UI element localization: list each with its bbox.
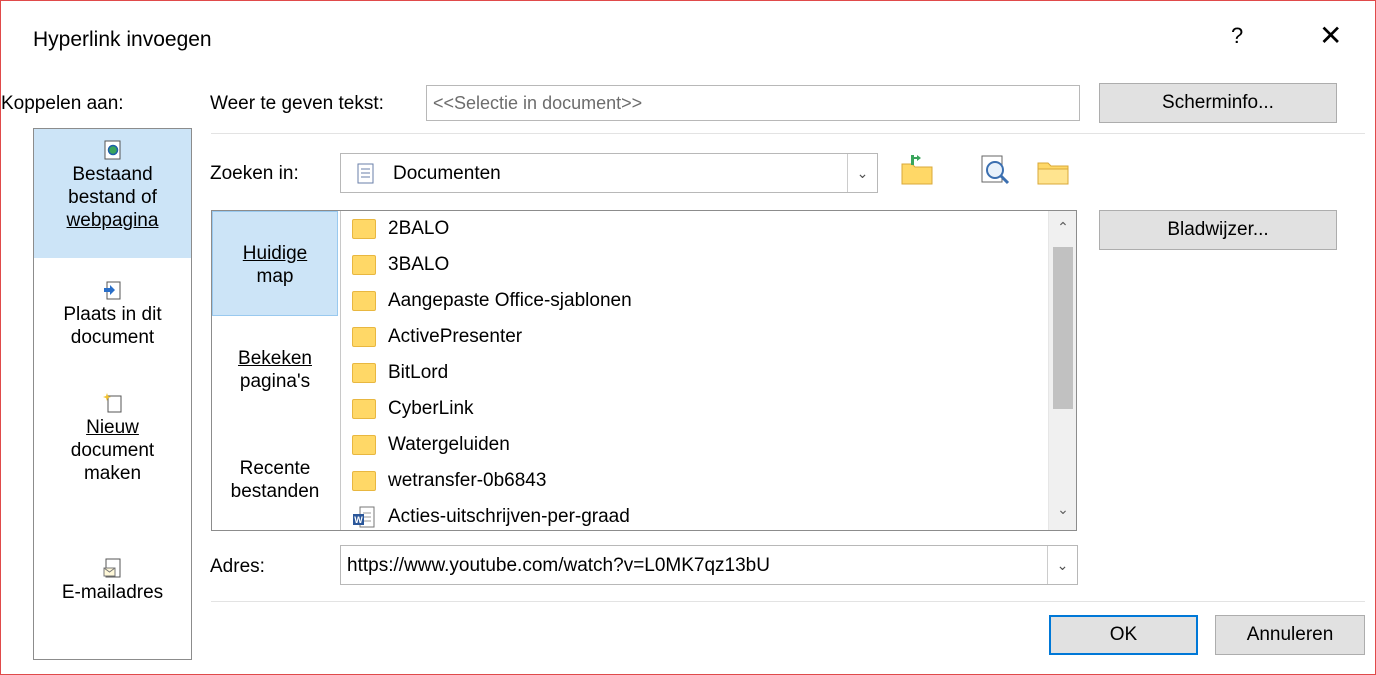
list-item[interactable]: BitLord: [352, 355, 448, 391]
scrollbar-thumb[interactable]: [1053, 247, 1073, 409]
scroll-up-icon[interactable]: ⌃: [1049, 219, 1076, 236]
tab-recent-files-line2: bestanden: [230, 481, 320, 502]
list-item[interactable]: wetransfer-0b6843: [352, 463, 546, 499]
list-item-label: wetransfer-0b6843: [388, 470, 547, 491]
hyperlink-dialog: Hyperlink invoegen ? ✕ Koppelen aan: Bes…: [0, 0, 1376, 675]
list-item[interactable]: 2BALO: [352, 211, 449, 247]
link-email[interactable]: E-mailadres: [34, 557, 191, 604]
svg-text:W: W: [354, 515, 363, 525]
top-separator: [211, 133, 1365, 134]
chevron-down-icon[interactable]: ⌄: [847, 154, 877, 192]
link-new-document[interactable]: Nieuw document maken: [34, 392, 191, 485]
address-input[interactable]: https://www.youtube.com/watch?v=L0MK7qz1…: [347, 555, 770, 577]
link-to-label: Koppelen aan:: [1, 93, 124, 114]
browse-file-icon[interactable]: [1035, 153, 1071, 187]
list-item[interactable]: ActivePresenter: [352, 319, 522, 355]
bookmark-button[interactable]: Bladwijzer...: [1099, 210, 1337, 250]
look-in-value: Documenten: [393, 163, 501, 184]
word-document-icon: W: [353, 506, 375, 528]
tab-browsed-pages[interactable]: Bekeken pagina's: [212, 347, 338, 393]
link-new-line3: maken: [83, 463, 142, 484]
address-chevron-down-icon[interactable]: ⌄: [1047, 546, 1077, 584]
address-label: Adres:: [210, 556, 265, 577]
list-item-label: 3BALO: [388, 254, 450, 275]
folder-icon: [352, 363, 376, 383]
look-in-label: Zoeken in:: [210, 163, 299, 184]
list-item-label: Aangepaste Office-sjablonen: [388, 290, 632, 311]
place-in-document-icon: [103, 281, 120, 300]
help-button[interactable]: ?: [1231, 23, 1243, 49]
link-email-label: E-mailadres: [61, 582, 164, 603]
tab-recent-files[interactable]: Recente bestanden: [212, 457, 338, 503]
browse-web-icon[interactable]: [977, 153, 1013, 187]
file-browser: Huidige map Bekeken pagina's Recente bes…: [211, 210, 1077, 531]
cancel-button[interactable]: Annuleren: [1215, 615, 1365, 655]
link-new-line2: document: [70, 440, 155, 461]
list-item-label: Watergeluiden: [388, 434, 510, 455]
scroll-down-icon[interactable]: ⌄: [1049, 501, 1076, 518]
existing-file-icon: [104, 140, 120, 160]
list-item-label: Acties-uitschrijven-per-graad: [388, 506, 630, 527]
link-existing-file-line3: webpagina: [66, 210, 159, 231]
new-document-icon: [102, 393, 121, 413]
tab-browsed-pages-line1: Bekeken: [238, 348, 312, 369]
screentip-button[interactable]: Scherminfo...: [1099, 83, 1337, 123]
tab-recent-files-line1: Recente: [239, 458, 311, 479]
link-to-panel: Bestaand bestand of webpagina Plaats in …: [33, 128, 192, 660]
tab-current-folder[interactable]: Huidige map: [212, 211, 338, 316]
list-item[interactable]: Aangepaste Office-sjablonen: [352, 283, 632, 319]
file-list-scrollbar[interactable]: ⌃ ⌄: [1048, 211, 1076, 530]
list-item-label: 2BALO: [388, 218, 450, 239]
folder-icon: [352, 255, 376, 275]
look-in-combo[interactable]: Documenten ⌄: [340, 153, 878, 193]
tab-browsed-pages-line2: pagina's: [239, 371, 311, 392]
link-place-line1: Plaats in dit: [63, 304, 162, 325]
email-icon: [103, 558, 120, 578]
documents-folder-icon: [357, 163, 374, 184]
display-text-input[interactable]: <<Selectie in document>>: [426, 85, 1080, 121]
list-item-label: CyberLink: [388, 398, 474, 419]
list-item-label: BitLord: [388, 362, 449, 383]
list-item[interactable]: 3BALO: [352, 247, 449, 283]
up-folder-icon[interactable]: [899, 153, 935, 187]
display-text-label: Weer te geven tekst:: [210, 93, 384, 114]
link-existing-file[interactable]: Bestaand bestand of webpagina: [34, 129, 191, 258]
folder-icon: [352, 327, 376, 347]
link-place-in-document[interactable]: Plaats in dit document: [34, 279, 191, 349]
link-existing-file-line2: bestand of: [68, 187, 157, 208]
folder-icon: [352, 219, 376, 239]
tab-current-folder-line2: map: [256, 266, 294, 287]
folder-icon: [352, 291, 376, 311]
folder-icon: [352, 471, 376, 491]
dialog-title: Hyperlink invoegen: [33, 28, 212, 51]
list-item[interactable]: W Acties-uitschrijven-per-graad: [352, 499, 630, 530]
list-item-label: ActivePresenter: [388, 326, 523, 347]
list-item[interactable]: Watergeluiden: [352, 427, 510, 463]
address-combo[interactable]: https://www.youtube.com/watch?v=L0MK7qz1…: [340, 545, 1078, 585]
ok-button[interactable]: OK: [1049, 615, 1198, 655]
link-place-line2: document: [70, 327, 155, 348]
link-new-line1: Nieuw: [86, 417, 139, 438]
link-existing-file-line1: Bestaand: [72, 164, 153, 185]
list-item[interactable]: CyberLink: [352, 391, 474, 427]
bottom-separator: [211, 601, 1365, 602]
file-list: 2BALO 3BALO Aangepaste Office-sjablonen …: [342, 211, 1048, 530]
browser-sidebar: Huidige map Bekeken pagina's Recente bes…: [212, 211, 341, 530]
folder-icon: [352, 399, 376, 419]
folder-icon: [352, 435, 376, 455]
tab-current-folder-line1: Huidige: [242, 243, 308, 264]
close-button[interactable]: ✕: [1319, 19, 1342, 52]
